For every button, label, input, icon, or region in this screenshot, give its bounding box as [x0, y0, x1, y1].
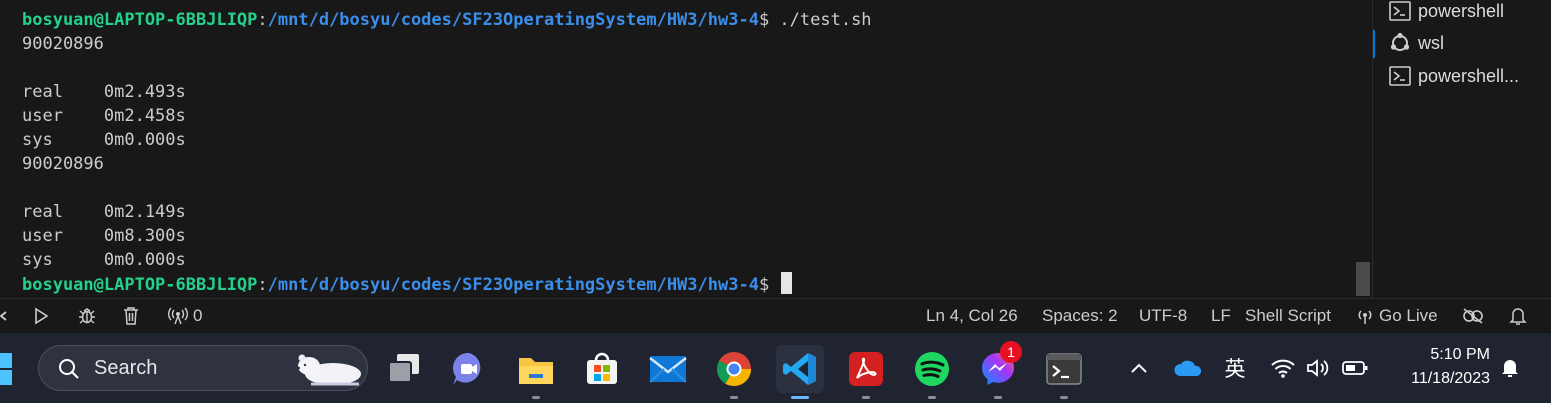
- broadcast-icon: [1358, 310, 1372, 324]
- vscode-icon: [783, 353, 816, 385]
- acrobat-button[interactable]: [842, 345, 890, 399]
- wifi-icon[interactable]: [1268, 354, 1298, 382]
- prompt-path: /mnt/d/bosyu/codes/SF23OperatingSystem/H…: [267, 10, 759, 30]
- terminal-scrollbar[interactable]: [1356, 262, 1370, 296]
- terminal-line: real 0m2.149s: [22, 202, 186, 222]
- trash-icon[interactable]: [122, 299, 140, 333]
- acrobat-icon: [849, 352, 883, 386]
- mail-button[interactable]: [644, 345, 692, 393]
- terminal-tab-label: powershell: [1418, 0, 1505, 21]
- volume-icon[interactable]: [1303, 354, 1333, 382]
- terminal-tab-label: wsl: [1418, 32, 1444, 53]
- prompt-user: bosyuan@LAPTOP-6BBJLIQP: [22, 10, 258, 30]
- polar-bear-icon: [296, 354, 361, 386]
- ports-count: 0: [193, 306, 203, 325]
- ports-item[interactable]: 0: [168, 299, 202, 333]
- terminal-line: real 0m2.493s: [22, 82, 186, 102]
- teams-chat-button[interactable]: [445, 345, 493, 393]
- powershell-icon: [1389, 0, 1411, 22]
- terminal-tab-label: powershell...: [1418, 65, 1520, 86]
- terminal-tab-powershell[interactable]: powershell: [1373, 0, 1551, 26]
- clock-date: 11/18/2023: [1411, 370, 1490, 387]
- prompt-separator: :: [257, 275, 268, 295]
- spotify-icon: [915, 352, 949, 386]
- terminal-line: user 0m8.300s: [22, 226, 186, 246]
- prompt-user: bosyuan@LAPTOP-6BBJLIQP: [22, 275, 258, 295]
- microsoft-store-button[interactable]: [578, 345, 626, 393]
- store-icon: [587, 352, 617, 384]
- notification-center-bell-icon[interactable]: [1496, 354, 1524, 382]
- onedrive-button[interactable]: [1172, 354, 1204, 382]
- terminal-line: bosyuan@LAPTOP-6BBJLIQP:/mnt/d/bosyu/cod…: [22, 272, 793, 296]
- terminal-panel[interactable]: bosyuan@LAPTOP-6BBJLIQP:/mnt/d/bosyu/cod…: [0, 0, 1372, 298]
- powershell-icon: [1389, 65, 1411, 87]
- notifications-bell-icon[interactable]: [1509, 299, 1527, 333]
- remote-icon[interactable]: [0, 299, 10, 333]
- terminal-line: sys 0m0.000s: [22, 130, 186, 150]
- run-icon[interactable]: [32, 299, 50, 333]
- ime-indicator[interactable]: 英: [1220, 353, 1250, 383]
- terminal-line: bosyuan@LAPTOP-6BBJLIQP:/mnt/d/bosyu/cod…: [22, 8, 872, 32]
- clock-time: 5:10 PM: [1430, 346, 1490, 363]
- terminal-line: user 0m2.458s: [22, 106, 186, 126]
- spotify-button[interactable]: [908, 345, 956, 399]
- terminal-line: 90020896: [22, 154, 104, 174]
- copilot-icon[interactable]: [1461, 299, 1485, 333]
- teams-chat-icon: [452, 352, 481, 385]
- windows-logo-icon: [0, 353, 12, 385]
- go-live-button[interactable]: Go Live: [1356, 299, 1438, 333]
- terminal-button[interactable]: [1040, 345, 1088, 399]
- mail-icon: [649, 356, 687, 383]
- folder-icon: [519, 358, 553, 384]
- notification-badge: 1: [1000, 341, 1022, 363]
- indentation[interactable]: Spaces: 2: [1042, 299, 1118, 333]
- ubuntu-icon: [1389, 32, 1411, 54]
- language-mode[interactable]: Shell Script: [1245, 299, 1331, 333]
- show-hidden-icons-button[interactable]: [1126, 355, 1152, 381]
- terminal-cursor: [781, 272, 793, 294]
- terminal-list: powershell wsl powershell...: [1372, 0, 1551, 298]
- prompt-symbol: $: [758, 10, 780, 30]
- chevron-up-icon: [1131, 363, 1147, 373]
- broadcast-icon: [168, 307, 188, 325]
- encoding[interactable]: UTF-8: [1139, 299, 1187, 333]
- chrome-button[interactable]: [710, 345, 758, 399]
- terminal-line: sys 0m0.000s: [22, 250, 186, 270]
- search-icon: [59, 359, 79, 379]
- start-button[interactable]: [0, 345, 20, 393]
- messenger-button[interactable]: 1: [974, 341, 1022, 399]
- terminal-icon: [1046, 353, 1082, 385]
- file-explorer-button[interactable]: [512, 345, 560, 399]
- battery-icon[interactable]: [1340, 354, 1370, 382]
- terminal-command: ./test.sh: [779, 10, 872, 30]
- search-box[interactable]: Search: [38, 345, 368, 391]
- status-bar: 0 Ln 4, Col 26 Spaces: 2 UTF-8 LF Shell …: [0, 298, 1551, 333]
- task-view-button[interactable]: [380, 345, 428, 393]
- debug-icon[interactable]: [77, 299, 97, 333]
- end-of-line[interactable]: LF: [1211, 299, 1231, 333]
- vscode-button[interactable]: [776, 345, 824, 399]
- terminal-tab-powershell-2[interactable]: powershell...: [1373, 61, 1551, 91]
- clock[interactable]: 5:10 PM 11/18/2023: [1380, 343, 1490, 391]
- prompt-separator: :: [257, 10, 268, 30]
- prompt-symbol: $: [758, 275, 780, 295]
- windows-taskbar: Search 1 英 5:10 PM 11/18/2023: [0, 333, 1551, 403]
- go-live-label: Go Live: [1379, 306, 1438, 325]
- terminal-tab-wsl[interactable]: wsl: [1373, 28, 1551, 58]
- terminal-line: 90020896: [22, 34, 104, 54]
- search-label: Search: [94, 357, 158, 379]
- cursor-position[interactable]: Ln 4, Col 26: [926, 299, 1018, 333]
- prompt-path: /mnt/d/bosyu/codes/SF23OperatingSystem/H…: [267, 275, 759, 295]
- chrome-icon: [717, 352, 751, 386]
- task-view-icon: [388, 354, 419, 383]
- cloud-icon: [1174, 360, 1202, 376]
